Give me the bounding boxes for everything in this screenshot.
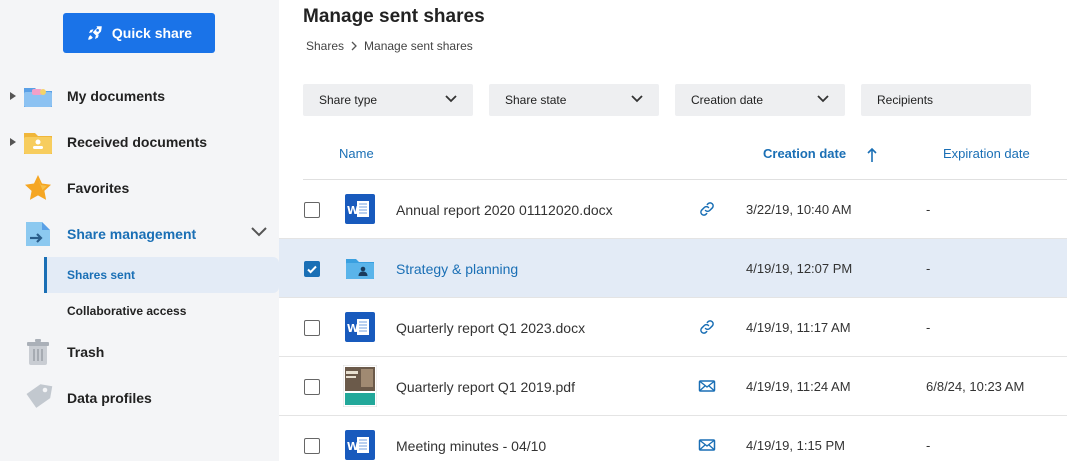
chevron-down-icon bbox=[631, 95, 643, 103]
svg-text:W: W bbox=[347, 440, 359, 453]
file-name[interactable]: Annual report 2020 01112020.docx bbox=[396, 202, 613, 218]
creation-date: 4/19/19, 11:24 AM bbox=[746, 379, 851, 394]
file-name[interactable]: Quarterly report Q1 2019.pdf bbox=[396, 379, 575, 395]
sidebar-item-label: Data profiles bbox=[67, 390, 152, 406]
column-header-name[interactable]: Name bbox=[339, 146, 374, 161]
breadcrumb-item-current: Manage sent shares bbox=[364, 39, 473, 53]
expiration-date: 6/8/24, 10:23 AM bbox=[926, 379, 1025, 394]
expiration-date: - bbox=[926, 261, 931, 276]
shared-folder-icon bbox=[346, 259, 374, 279]
creation-date: 4/19/19, 1:15 PM bbox=[746, 438, 846, 453]
column-header-creation-date[interactable]: Creation date bbox=[763, 146, 846, 161]
sort-ascending-icon[interactable] bbox=[866, 147, 878, 163]
sidebar-item-label: Share management bbox=[67, 226, 197, 242]
creation-date: 4/19/19, 12:07 PM bbox=[746, 261, 853, 276]
table-row[interactable]: W Meeting minutes - 04/10 4/19/19, 1:15 … bbox=[279, 416, 1067, 461]
file-name[interactable]: Meeting minutes - 04/10 bbox=[396, 438, 546, 454]
sidebar-item-received-documents[interactable]: Received documents bbox=[0, 122, 279, 162]
rocket-icon bbox=[88, 26, 102, 40]
sidebar-subitem-label: Shares sent bbox=[67, 268, 136, 282]
row-checkbox[interactable] bbox=[304, 379, 320, 395]
sidebar-subitem-label: Collaborative access bbox=[67, 304, 187, 318]
chevron-right-icon bbox=[351, 41, 357, 51]
pdf-thumbnail-icon bbox=[343, 365, 377, 407]
sidebar-subitem-collaborative-access[interactable]: Collaborative access bbox=[44, 293, 279, 329]
table-row[interactable]: W Quarterly report Q1 2023.docx 4/19/19,… bbox=[279, 298, 1067, 357]
expiration-date: - bbox=[926, 438, 931, 453]
word-file-icon: W bbox=[345, 430, 375, 460]
filter-share-state[interactable]: Share state bbox=[489, 84, 659, 116]
tag-icon bbox=[26, 384, 53, 408]
sidebar-item-label: Received documents bbox=[67, 134, 208, 150]
svg-text:W: W bbox=[347, 322, 359, 335]
checkmark-icon bbox=[307, 265, 317, 274]
sidebar-item-share-management[interactable]: Share management bbox=[0, 214, 279, 254]
creation-date: 3/22/19, 10:40 AM bbox=[746, 202, 852, 217]
quick-share-button[interactable]: Quick share bbox=[63, 13, 215, 53]
filter-share-type[interactable]: Share type bbox=[303, 84, 473, 116]
filter-creation-date[interactable]: Creation date bbox=[675, 84, 845, 116]
filter-label: Share state bbox=[505, 93, 567, 107]
table-row[interactable]: W Annual report 2020 01112020.docx 3/22/… bbox=[279, 180, 1067, 239]
received-folder-icon bbox=[24, 133, 52, 154]
column-header-expiration-date[interactable]: Expiration date bbox=[943, 146, 1030, 161]
expiration-date: - bbox=[926, 202, 931, 217]
mail-icon bbox=[698, 439, 716, 451]
table-row[interactable]: Strategy & planning 4/19/19, 12:07 PM - bbox=[279, 239, 1067, 298]
breadcrumb: Shares Manage sent shares bbox=[306, 39, 473, 53]
file-name[interactable]: Strategy & planning bbox=[396, 261, 518, 277]
sidebar-item-label: My documents bbox=[67, 88, 166, 104]
breadcrumb-item-shares[interactable]: Shares bbox=[306, 39, 344, 53]
filter-label: Creation date bbox=[691, 93, 764, 107]
row-checkbox[interactable] bbox=[304, 261, 320, 277]
mail-icon bbox=[698, 380, 716, 392]
sidebar-item-my-documents[interactable]: My documents bbox=[0, 76, 279, 116]
svg-text:W: W bbox=[347, 204, 359, 217]
row-checkbox[interactable] bbox=[304, 320, 320, 336]
word-file-icon: W bbox=[345, 194, 375, 224]
expiration-date: - bbox=[926, 320, 931, 335]
filter-recipients[interactable]: Recipients bbox=[861, 84, 1031, 116]
trash-icon bbox=[27, 339, 49, 365]
filter-label: Recipients bbox=[877, 93, 934, 107]
filter-label: Share type bbox=[319, 93, 378, 107]
creation-date: 4/19/19, 11:17 AM bbox=[746, 320, 851, 335]
sidebar-item-favorites[interactable]: Favorites bbox=[0, 168, 279, 208]
page-title: Manage sent shares bbox=[303, 6, 485, 27]
quick-share-label: Quick share bbox=[111, 25, 193, 41]
word-file-icon: W bbox=[345, 312, 375, 342]
sidebar-item-trash[interactable]: Trash bbox=[0, 332, 279, 372]
chevron-down-icon[interactable] bbox=[250, 226, 268, 238]
sidebar-subitem-shares-sent[interactable]: Shares sent bbox=[44, 257, 279, 293]
star-icon bbox=[25, 175, 51, 200]
link-icon bbox=[700, 320, 714, 334]
expand-caret-icon[interactable] bbox=[10, 92, 16, 100]
sidebar-item-label: Trash bbox=[67, 344, 105, 360]
row-checkbox[interactable] bbox=[304, 202, 320, 218]
link-icon bbox=[700, 202, 714, 216]
share-management-icon bbox=[26, 222, 50, 246]
chevron-down-icon bbox=[445, 95, 457, 103]
sidebar: Quick share My documents Received docume… bbox=[0, 0, 279, 461]
sidebar-item-label: Favorites bbox=[67, 180, 130, 196]
chevron-down-icon bbox=[817, 95, 829, 103]
folder-icon bbox=[24, 88, 52, 107]
sidebar-item-data-profiles[interactable]: Data profiles bbox=[0, 378, 279, 418]
expand-caret-icon[interactable] bbox=[10, 138, 16, 146]
file-name[interactable]: Quarterly report Q1 2023.docx bbox=[396, 320, 585, 336]
row-checkbox[interactable] bbox=[304, 438, 320, 454]
table-row[interactable]: Quarterly report Q1 2019.pdf 4/19/19, 11… bbox=[279, 357, 1067, 416]
